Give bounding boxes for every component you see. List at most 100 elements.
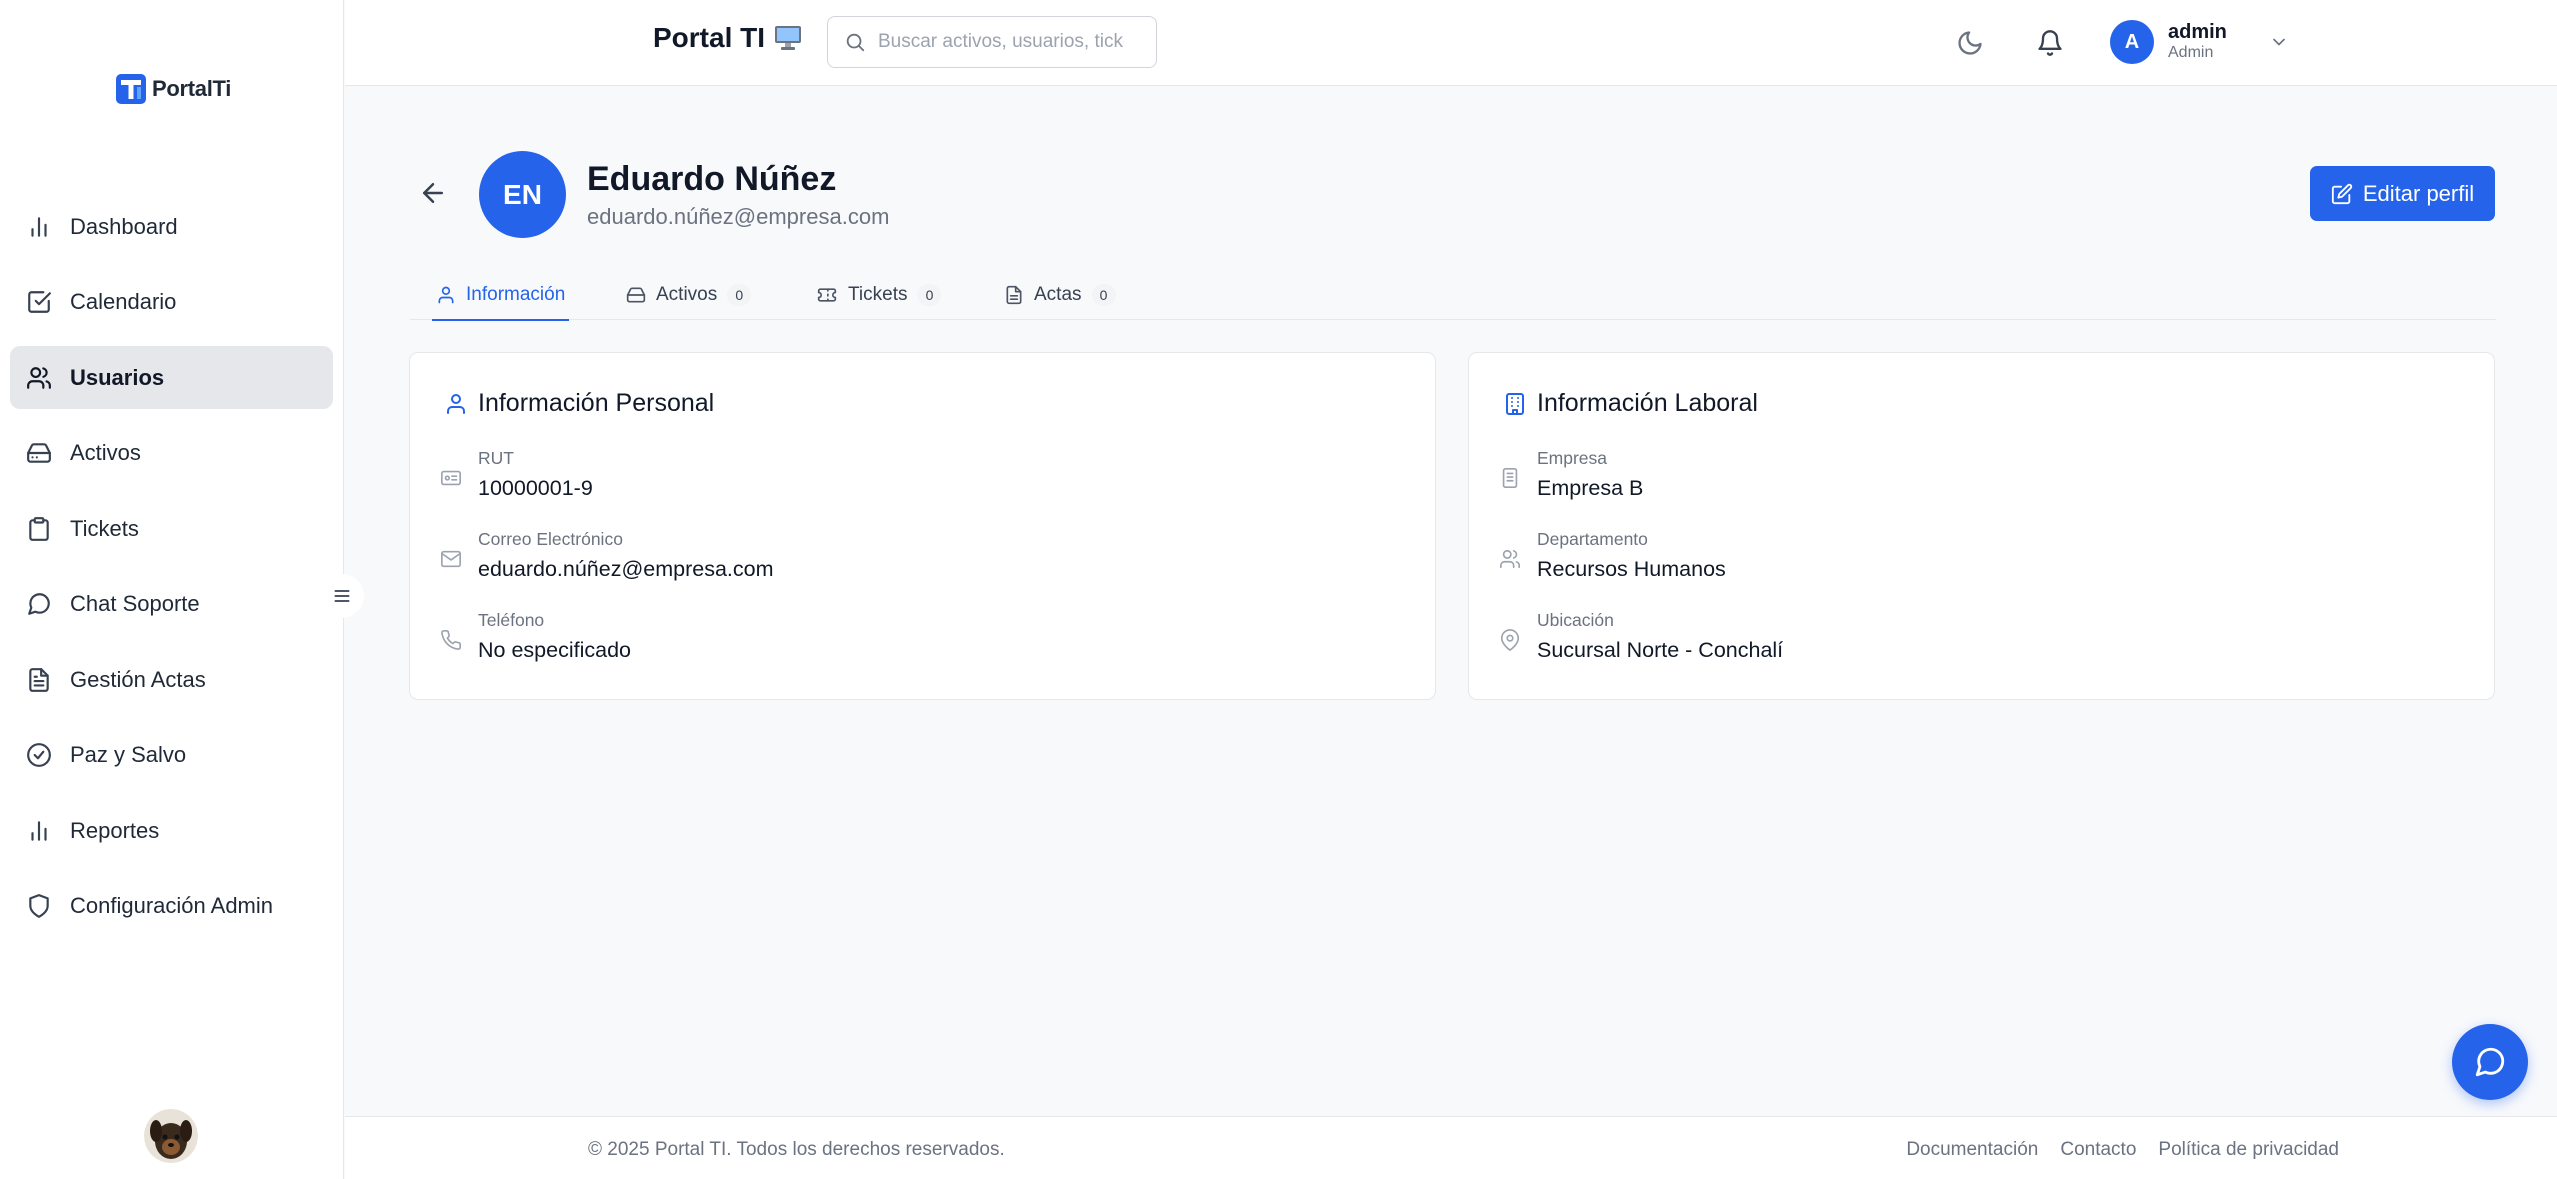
sidebar-item-reportes[interactable]: Reportes: [10, 799, 333, 862]
sidebar-item-label: Dashboard: [70, 213, 178, 239]
moon-icon: [1958, 31, 1982, 55]
field-value: Sucursal Norte - Conchalí: [1537, 638, 1784, 662]
tab-label: Tickets: [848, 284, 908, 305]
id-card-icon: [441, 470, 461, 486]
card-title: Información Personal: [444, 389, 714, 418]
field-empresa: Empresa Empresa B: [1499, 447, 1643, 503]
sidebar-item-label: Activos: [70, 440, 141, 465]
theme-toggle-button[interactable]: [1951, 24, 1989, 62]
file-text-icon: [29, 667, 49, 692]
sidebar-collapse-button[interactable]: [320, 574, 364, 618]
shield-icon: [29, 894, 49, 918]
sidebar-item-tickets[interactable]: Tickets: [10, 497, 333, 560]
copyright-text: © 2025 Portal TI. Todos los derechos res…: [588, 1139, 1005, 1160]
dog-avatar-icon: [144, 1109, 198, 1163]
sidebar-item-activos[interactable]: Activos: [10, 422, 333, 485]
tab-count-badge: 0: [1091, 284, 1116, 306]
user-role: Admin: [2168, 44, 2214, 61]
work-info-card: Información Laboral Empresa Empresa B De…: [1468, 352, 2495, 700]
field-value: No especificado: [478, 638, 631, 662]
tab-tickets[interactable]: Tickets 0: [816, 270, 942, 320]
edit-icon: [2331, 183, 2352, 204]
sidebar-item-label: Paz y Salvo: [70, 742, 187, 767]
sidebar-item-label: Tickets: [70, 515, 139, 541]
search-icon: [846, 33, 865, 52]
field-value: eduardo.núñez@empresa.com: [478, 557, 774, 581]
user-info: admin Admin: [2168, 21, 2227, 63]
tab-label: Activos: [656, 284, 718, 305]
message-circle-icon: [2475, 1047, 2505, 1077]
bar-chart-icon: [31, 820, 47, 841]
sidebar-item-label: Gestión Actas: [70, 666, 206, 692]
sidebar-nav: Dashboard Calendario Usuarios Activos Ti…: [10, 195, 333, 950]
sidebar-item-calendario[interactable]: Calendario: [10, 271, 333, 334]
calendar-check-icon: [28, 291, 51, 313]
field-phone: Teléfono No especificado: [440, 609, 631, 665]
field-label: Departamento: [1537, 529, 1648, 549]
card-title: Información Laboral: [1503, 389, 1758, 418]
user-icon: [438, 286, 454, 304]
sidebar-item-usuarios[interactable]: Usuarios: [10, 346, 333, 409]
logo-text: PortalTi: [152, 76, 232, 101]
sidebar-item-dashboard[interactable]: Dashboard: [10, 195, 333, 258]
sidebar-item-chat-soporte[interactable]: Chat Soporte: [10, 573, 333, 636]
map-pin-icon: [1500, 629, 1520, 651]
brand-title: Portal TI: [653, 22, 766, 53]
sidebar-item-gestion-actas[interactable]: Gestión Actas: [10, 648, 333, 711]
hard-drive-icon: [27, 443, 51, 463]
field-ubicacion: Ubicación Sucursal Norte - Conchalí: [1499, 609, 1783, 665]
tab-count-badge: 0: [917, 284, 942, 306]
notifications-button[interactable]: [2031, 24, 2069, 62]
footer-link-contacto[interactable]: Contacto: [2060, 1139, 2136, 1161]
tab-actas[interactable]: Actas 0: [1004, 270, 1116, 320]
tab-count-badge: 0: [727, 284, 752, 306]
user-avatar: A: [2110, 20, 2154, 64]
arrow-left-icon: [423, 183, 443, 203]
user-icon: [447, 393, 465, 414]
back-button[interactable]: [418, 178, 450, 210]
sidebar-item-label: Reportes: [70, 817, 160, 843]
field-value: 10000001-9: [478, 476, 593, 500]
users-icon: [27, 366, 51, 389]
field-value: Recursos Humanos: [1537, 557, 1726, 581]
sidebar-item-label: Configuración Admin: [70, 893, 274, 918]
chat-support-button[interactable]: [2452, 1024, 2528, 1100]
phone-icon: [441, 630, 461, 650]
edit-profile-button[interactable]: Editar perfil: [2310, 166, 2495, 221]
search-bar[interactable]: [827, 16, 1157, 68]
building-icon: [1502, 468, 1518, 488]
message-circle-icon: [28, 593, 50, 615]
sidebar-avatar[interactable]: [144, 1109, 198, 1163]
tab-informacion[interactable]: Información: [431, 270, 570, 321]
footer-link-privacidad[interactable]: Política de privacidad: [2158, 1139, 2339, 1161]
app-logo[interactable]: PortalTi: [116, 74, 231, 104]
field-value: Empresa B: [1537, 476, 1644, 500]
field-rut: RUT 10000001-9: [440, 447, 593, 503]
user-menu[interactable]: A admin Admin: [2110, 20, 2289, 64]
menu-icon: [334, 590, 350, 602]
field-label: Teléfono: [478, 610, 545, 630]
profile-name: Eduardo Núñez: [587, 160, 837, 198]
check-circle-icon: [27, 743, 51, 767]
tab-label: Actas: [1034, 284, 1082, 305]
sidebar: PortalTi Dashboard Calendario Usuarios A…: [0, 0, 344, 1179]
file-text-icon: [1006, 285, 1022, 305]
sidebar-item-configuracion-admin[interactable]: Configuración Admin: [10, 875, 333, 938]
clipboard-icon: [29, 516, 49, 541]
card-title-text: Información Personal: [478, 389, 715, 417]
sidebar-item-label: Usuarios: [70, 364, 165, 390]
search-input[interactable]: [876, 30, 1126, 54]
profile-tabs: Información Activos 0 Tickets 0 Actas 0: [410, 270, 2496, 321]
profile-email: eduardo.núñez@empresa.com: [587, 204, 890, 229]
ticket-icon: [817, 288, 837, 302]
field-label: Correo Electrónico: [478, 529, 623, 549]
tab-activos[interactable]: Activos 0: [626, 270, 752, 320]
bell-icon: [2038, 30, 2062, 56]
footer-links: Documentación Contacto Política de priva…: [1906, 1139, 2339, 1161]
field-label: Empresa: [1537, 448, 1608, 468]
building-icon: [1506, 392, 1524, 415]
footer-link-documentacion[interactable]: Documentación: [1906, 1139, 2038, 1161]
bar-chart-icon: [31, 216, 47, 237]
field-label: RUT: [478, 448, 514, 468]
sidebar-item-paz-y-salvo[interactable]: Paz y Salvo: [10, 724, 333, 787]
